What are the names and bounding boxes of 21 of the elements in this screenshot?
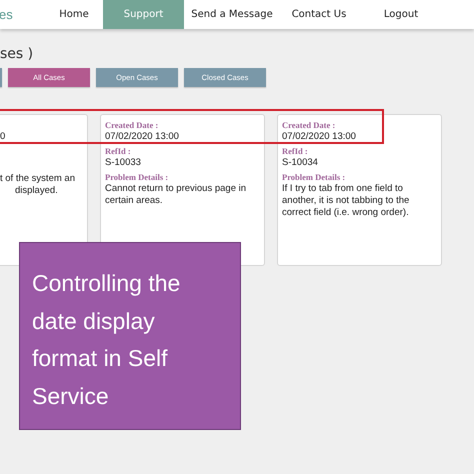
- created-date: 0: [0, 131, 6, 143]
- created-date-label: Created Date :: [105, 120, 160, 131]
- page-title: ses ): [0, 46, 34, 64]
- problem-details-label: Problem Details :: [282, 172, 346, 183]
- nav-tab[interactable]: Logout: [358, 0, 444, 29]
- nav-tab[interactable]: Send a Message: [184, 0, 280, 29]
- created-date: 07/02/2020 13:00: [105, 131, 180, 143]
- problem-details: If I try to tab from one field to another, it is not tabbing to the correct field (i.e. wrong order).: [282, 183, 410, 219]
- ref-id: S-10033: [105, 157, 142, 169]
- problem-details-label: Problem Details :: [105, 172, 170, 183]
- problem-details: Cannot return to previous page in certain areas.: [105, 183, 248, 207]
- nav-tab[interactable]: Support: [103, 0, 184, 29]
- ref-id: S-10034: [282, 157, 319, 169]
- nav-tab[interactable]: Contact Us: [280, 0, 358, 29]
- callout-text: Controlling the date display format in Self Service: [32, 269, 182, 410]
- ref-id-label: RefId :: [282, 146, 309, 157]
- nav-tab[interactable]: Home: [45, 0, 103, 29]
- created-date: 07/02/2020 13:00: [282, 131, 357, 143]
- created-date-label: Created Date :: [282, 120, 336, 131]
- problem-details: t of the system an displayed.: [0, 173, 76, 197]
- ref-id-label: RefId :: [105, 146, 132, 157]
